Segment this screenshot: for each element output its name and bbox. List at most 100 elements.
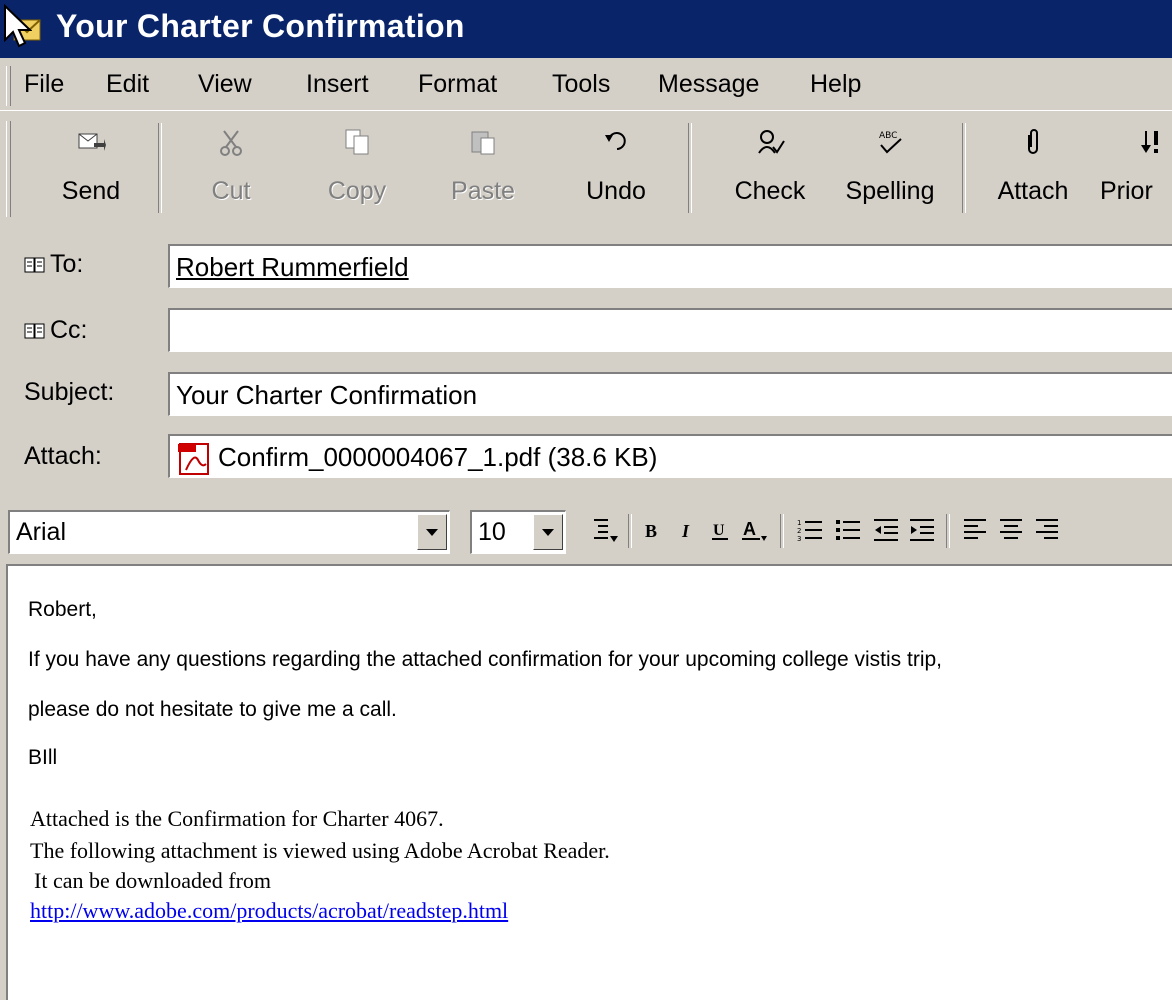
svg-text:I: I <box>681 521 690 541</box>
paperclip-icon <box>1028 129 1038 154</box>
send-label: Send <box>61 177 121 205</box>
chevron-down-icon[interactable] <box>417 514 447 550</box>
svg-text:U: U <box>713 522 725 539</box>
spelling-label: Spelling <box>845 177 935 205</box>
increase-indent-icon[interactable] <box>908 516 936 544</box>
undo-label: Undo <box>586 177 646 205</box>
send-icon <box>78 133 106 151</box>
body-notice-3: It can be downloaded from <box>34 868 272 893</box>
attachment-name[interactable]: Confirm_0000004067_1.pdf (38.6 KB) <box>218 442 657 472</box>
menu-help[interactable]: Help <box>810 70 861 99</box>
align-left-icon[interactable] <box>962 516 988 544</box>
menu-bar: File Edit View Insert Format Tools Messa… <box>0 58 1172 110</box>
toolbar-separator <box>962 123 966 213</box>
attach-label: Attach: <box>24 442 102 470</box>
chevron-down-icon[interactable] <box>533 514 563 550</box>
to-recipient[interactable]: Robert Rummerfield <box>176 252 409 282</box>
priority-button[interactable]: Prior <box>1096 111 1172 227</box>
undo-button[interactable]: Undo <box>556 111 676 227</box>
to-field[interactable]: Robert Rummerfield <box>168 244 1172 288</box>
formatting-toolbar: Arial 10 B I U A 1 2 3 <box>0 500 1172 560</box>
cut-button[interactable]: Cut <box>176 111 286 227</box>
paste-label: Paste <box>451 177 515 205</box>
check-names-icon <box>758 130 785 154</box>
toolbar-separator <box>158 123 162 213</box>
spelling-icon: ABC <box>879 131 902 154</box>
paragraph-style-icon[interactable] <box>590 516 620 544</box>
bullet-list-icon[interactable] <box>834 516 862 544</box>
body-notice-1: Attached is the Confirmation for Charter… <box>30 806 444 831</box>
pdf-file-icon <box>178 443 209 476</box>
subject-label: Subject: <box>24 378 115 406</box>
standard-toolbar: Send Cut Copy Paste Undo Check ABC Spell… <box>0 110 1172 231</box>
menu-insert[interactable]: Insert <box>306 70 369 99</box>
cut-label: Cut <box>211 177 251 205</box>
scissors-icon <box>220 130 242 156</box>
svg-text:ABC: ABC <box>879 131 897 141</box>
spelling-button[interactable]: ABC Spelling <box>828 111 952 227</box>
address-book-icon <box>24 257 45 273</box>
cc-label-group[interactable]: Cc: <box>24 316 88 345</box>
font-name-value: Arial <box>16 518 67 546</box>
mouse-pointer-icon <box>4 4 32 48</box>
format-separator <box>946 514 950 548</box>
title-bar: Your Charter Confirmation <box>0 0 1172 58</box>
paste-icon <box>471 131 495 155</box>
copy-label: Copy <box>327 177 387 205</box>
send-button[interactable]: Send <box>36 111 146 227</box>
body-greeting: Robert, <box>28 598 97 621</box>
copy-icon <box>345 129 369 155</box>
menu-file[interactable]: File <box>24 70 64 99</box>
subject-field[interactable]: Your Charter Confirmation <box>168 372 1172 416</box>
decrease-indent-icon[interactable] <box>872 516 900 544</box>
to-label: To: <box>50 250 84 278</box>
body-line-1: If you have any questions regarding the … <box>28 648 943 671</box>
body-signoff: BIll <box>28 746 58 769</box>
undo-icon <box>605 132 626 150</box>
message-header: To: Robert Rummerfield Cc: Subject: Your… <box>0 232 1172 494</box>
attach-field[interactable]: Confirm_0000004067_1.pdf (38.6 KB) <box>168 434 1172 478</box>
italic-icon[interactable]: I <box>676 516 700 544</box>
message-body[interactable]: Robert, If you have any questions regard… <box>6 564 1172 1000</box>
menu-tools[interactable]: Tools <box>552 70 610 99</box>
menu-edit[interactable]: Edit <box>106 70 149 99</box>
svg-text:B: B <box>645 521 657 541</box>
menu-view[interactable]: View <box>198 70 252 99</box>
copy-button[interactable]: Copy <box>302 111 412 227</box>
attach-label: Attach <box>997 177 1069 205</box>
font-name-dropdown[interactable]: Arial <box>8 510 450 554</box>
align-center-icon[interactable] <box>998 516 1024 544</box>
paste-button[interactable]: Paste <box>428 111 538 227</box>
check-label: Check <box>734 177 806 205</box>
svg-text:3: 3 <box>797 535 801 543</box>
svg-text:A: A <box>743 519 756 539</box>
align-right-icon[interactable] <box>1034 516 1060 544</box>
svg-text:2: 2 <box>797 527 801 535</box>
body-notice-2: The following attachment is viewed using… <box>30 838 610 863</box>
font-size-value: 10 <box>478 518 506 546</box>
window-title: Your Charter Confirmation <box>56 8 465 44</box>
toolbar-separator <box>688 123 692 213</box>
priority-label: Prior <box>1100 177 1153 205</box>
address-book-icon <box>24 323 45 339</box>
underline-icon[interactable]: U <box>708 516 732 544</box>
adobe-download-link[interactable]: http://www.adobe.com/products/acrobat/re… <box>30 898 508 924</box>
menu-message[interactable]: Message <box>658 70 759 99</box>
numbered-list-icon[interactable]: 1 2 3 <box>796 516 824 544</box>
font-size-dropdown[interactable]: 10 <box>470 510 566 554</box>
toolbar-grip <box>6 121 11 217</box>
font-color-icon[interactable]: A <box>740 516 770 544</box>
cc-field[interactable] <box>168 308 1172 352</box>
format-separator <box>628 514 632 548</box>
svg-text:1: 1 <box>797 519 801 527</box>
menu-grip <box>6 66 11 106</box>
format-separator <box>780 514 784 548</box>
attach-button[interactable]: Attach <box>978 111 1088 227</box>
priority-icon <box>1141 131 1158 153</box>
to-label-group[interactable]: To: <box>24 250 83 279</box>
menu-format[interactable]: Format <box>418 70 497 99</box>
bold-icon[interactable]: B <box>640 516 664 544</box>
check-names-button[interactable]: Check <box>712 111 828 227</box>
body-line-2: please do not hesitate to give me a call… <box>28 698 397 721</box>
cc-label: Cc: <box>50 316 88 344</box>
